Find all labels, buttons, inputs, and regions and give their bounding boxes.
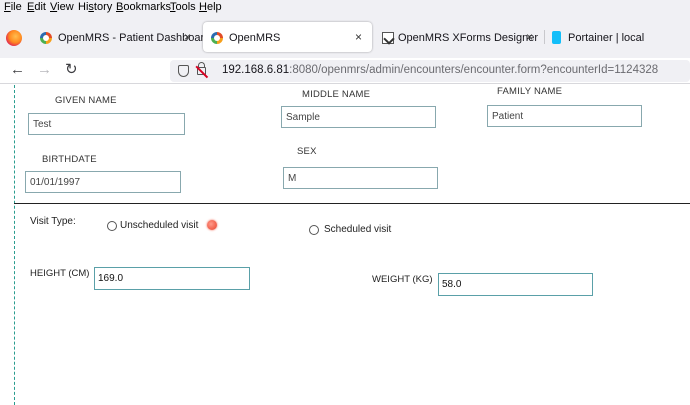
menu-file[interactable]: File [4, 1, 22, 13]
weight-label: WEIGHT (KG) [372, 274, 433, 285]
menu-tools[interactable]: Tools [170, 1, 196, 13]
tab-label: OpenMRS XForms Designer [398, 32, 538, 44]
birthdate-label: BIRTHDATE [42, 154, 97, 165]
tab-label: Portainer | local [568, 32, 645, 44]
xforms-icon [382, 32, 394, 44]
url-text[interactable]: 192.168.6.81:8080/openmrs/admin/encounte… [222, 64, 658, 76]
height-label: HEIGHT (CM) [30, 268, 90, 279]
firefox-view-icon[interactable] [6, 30, 22, 46]
menu-bar: File Edit View History Bookmarks Tools H… [0, 0, 690, 16]
scheduled-visit-label[interactable]: Scheduled visit [324, 224, 391, 235]
tracking-protection-shield-icon[interactable] [178, 65, 189, 77]
insecure-lock-icon[interactable] [197, 62, 206, 75]
left-border-rule [14, 85, 15, 405]
portainer-icon [552, 31, 561, 44]
tab-separator [544, 30, 545, 44]
menu-bookmarks[interactable]: Bookmarks [116, 1, 171, 13]
weight-field[interactable] [438, 273, 593, 296]
family-name-label: FAMILY NAME [497, 86, 563, 97]
birthdate-field[interactable] [25, 171, 181, 193]
sex-field[interactable] [283, 167, 438, 189]
menu-edit[interactable]: Edit [27, 1, 46, 13]
navigation-bar: ← → ↻ 192.168.6.81:8080/openmrs/admin/en… [0, 58, 690, 84]
middle-name-label: MIDDLE NAME [302, 89, 371, 100]
openmrs-icon [211, 32, 223, 44]
forward-arrow-icon[interactable]: → [37, 62, 52, 78]
given-name-label: GIVEN NAME [55, 95, 117, 106]
tab-label: OpenMRS [229, 32, 281, 44]
middle-name-field[interactable] [281, 106, 436, 128]
tab-openmrs[interactable]: OpenMRS × [203, 22, 372, 52]
unscheduled-visit-label[interactable]: Unscheduled visit [120, 220, 198, 231]
close-tab-icon[interactable]: × [526, 30, 533, 44]
menu-help[interactable]: Help [199, 1, 222, 13]
given-name-field[interactable] [28, 113, 185, 135]
tab-patient-dashboard[interactable]: OpenMRS - Patient Dashboard × [32, 22, 210, 52]
sex-label: SEX [297, 146, 317, 157]
family-name-field[interactable] [487, 105, 642, 127]
required-indicator-icon [207, 220, 217, 230]
tab-xforms-designer[interactable]: OpenMRS XForms Designer × [374, 22, 542, 52]
unscheduled-visit-radio[interactable] [107, 221, 117, 231]
visit-type-label: Visit Type: [30, 216, 76, 227]
tab-portainer[interactable]: Portainer | local [546, 22, 690, 52]
section-divider [14, 203, 690, 204]
menu-view[interactable]: View [50, 1, 74, 13]
scheduled-visit-radio[interactable] [309, 225, 319, 235]
menu-history[interactable]: History [78, 1, 112, 13]
back-arrow-icon[interactable]: ← [10, 62, 25, 78]
height-field[interactable] [94, 267, 250, 290]
tab-strip: OpenMRS - Patient Dashboard × OpenMRS × … [0, 16, 690, 58]
openmrs-icon [40, 32, 52, 44]
close-tab-icon[interactable]: × [184, 30, 191, 44]
address-bar[interactable]: 192.168.6.81:8080/openmrs/admin/encounte… [170, 60, 690, 82]
encounter-form: GIVEN NAME MIDDLE NAME FAMILY NAME BIRTH… [0, 85, 690, 405]
reload-icon[interactable]: ↻ [65, 62, 78, 78]
close-tab-icon[interactable]: × [355, 30, 362, 44]
